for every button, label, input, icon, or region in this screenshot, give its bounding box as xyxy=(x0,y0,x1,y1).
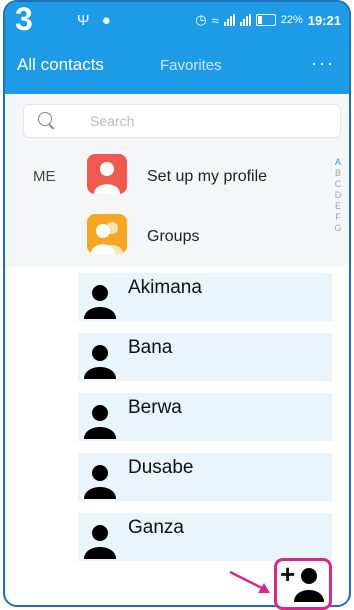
wifi-icon: ≈ xyxy=(211,12,219,28)
app-header: All contacts Favorites ··· xyxy=(5,40,349,94)
battery-icon xyxy=(255,14,276,26)
index-letter[interactable]: D xyxy=(333,190,343,201)
signal-icon-2 xyxy=(239,14,251,26)
more-menu-button[interactable]: ··· xyxy=(311,53,335,74)
clock: 19:21 xyxy=(307,12,341,28)
person-icon xyxy=(84,525,116,559)
phone-frame: 3 Ψ ● ◷ ≈ 22% 19:21 All contacts Favorit… xyxy=(3,0,351,607)
contact-name: Akimana xyxy=(128,277,202,298)
contact-list: Akimana Bana Berwa Dusabe Ganza xyxy=(6,267,348,605)
setup-profile-label: Set up my profile xyxy=(147,168,268,185)
me-section-label: ME xyxy=(33,168,56,185)
groups-row[interactable]: Groups xyxy=(5,214,349,264)
index-letter[interactable]: C xyxy=(333,179,343,190)
plus-icon: + xyxy=(280,559,296,589)
tab-favorites[interactable]: Favorites xyxy=(160,57,222,74)
profile-row[interactable]: ME Set up my profile xyxy=(5,152,349,202)
person-icon xyxy=(84,465,116,499)
add-contact-button[interactable]: + xyxy=(274,558,332,610)
contact-name: Ganza xyxy=(128,517,184,538)
index-letter[interactable]: A xyxy=(333,157,343,168)
contact-row[interactable]: Ganza xyxy=(78,513,332,561)
contact-name: Berwa xyxy=(128,397,182,418)
add-person-icon xyxy=(294,568,324,602)
status-bar: 3 Ψ ● ◷ ≈ 22% 19:21 xyxy=(5,2,349,40)
search-placeholder: Search xyxy=(90,113,135,129)
profile-icon xyxy=(87,154,127,194)
person-icon xyxy=(84,345,116,379)
battery-percent: 22% xyxy=(280,14,303,26)
index-letter[interactable]: G xyxy=(333,223,343,234)
groups-icon xyxy=(87,214,127,254)
contact-row[interactable]: Bana xyxy=(78,333,332,381)
index-letter[interactable]: E xyxy=(333,201,343,212)
contact-row[interactable]: Dusabe xyxy=(78,453,332,501)
contact-name: Bana xyxy=(128,337,173,358)
person-icon xyxy=(84,405,116,439)
arrow-icon xyxy=(229,570,270,593)
index-letter[interactable]: F xyxy=(333,212,343,223)
android-debug-icon: ● xyxy=(101,12,115,29)
contact-name: Dusabe xyxy=(128,457,194,478)
status-icons: Ψ ● xyxy=(77,12,115,29)
usb-icon: Ψ xyxy=(77,12,94,29)
contact-row[interactable]: Berwa xyxy=(78,393,332,441)
groups-label: Groups xyxy=(147,228,200,245)
notification-count: 3 xyxy=(15,1,33,37)
tab-all-contacts[interactable]: All contacts xyxy=(17,55,104,75)
signal-icon-1 xyxy=(223,14,235,26)
status-right: ◷ ≈ 22% 19:21 xyxy=(195,12,341,28)
index-letter[interactable]: B xyxy=(333,168,343,179)
alarm-icon: ◷ xyxy=(195,12,207,27)
search-input[interactable]: Search xyxy=(23,104,341,138)
person-icon xyxy=(84,285,116,319)
contact-row[interactable]: Akimana xyxy=(78,273,332,321)
alphabet-index[interactable]: A B C D E F G xyxy=(333,157,343,234)
search-icon xyxy=(38,112,52,126)
